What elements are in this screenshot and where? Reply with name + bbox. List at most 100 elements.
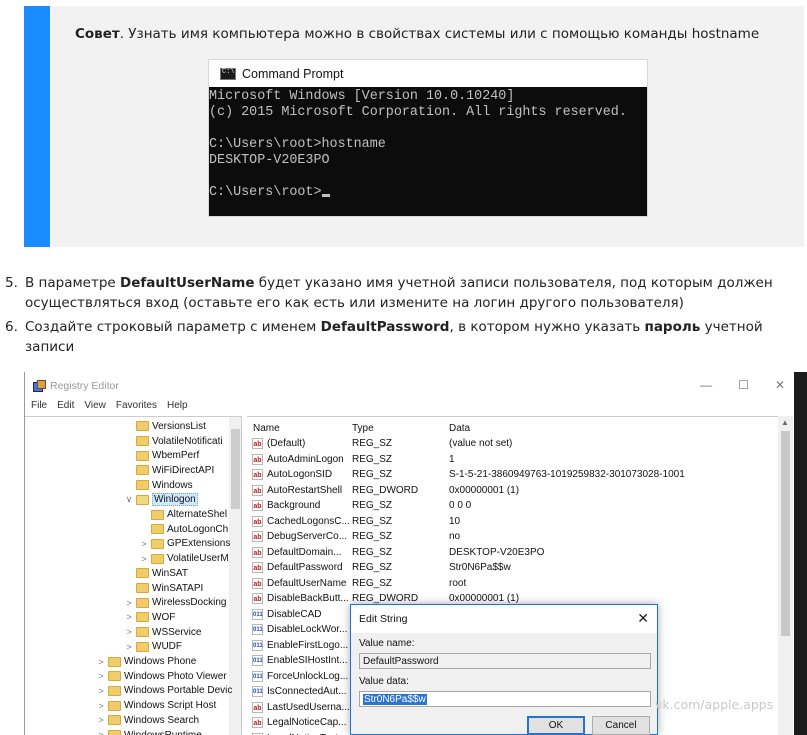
minimize-icon[interactable]: — — [700, 378, 712, 392]
tree-item[interactable]: ∨ Winlogon — [125, 493, 198, 508]
value-data: 0x00000001 (1) — [449, 593, 520, 604]
value-name: EnableSIHostInt... — [267, 655, 348, 666]
tree-item[interactable]: > Windows Search — [97, 713, 199, 728]
value-name-field[interactable]: DefaultPassword — [359, 653, 651, 669]
tree-item[interactable]: VolatileNotificati — [125, 434, 223, 449]
expand-icon[interactable]: > — [125, 612, 133, 622]
column-header-name[interactable]: Name — [253, 420, 280, 436]
tree-item[interactable]: > WSService — [125, 625, 201, 640]
expand-icon[interactable]: > — [97, 671, 105, 681]
tree-item-label: Windows Script Host — [124, 700, 217, 712]
folder-icon — [108, 685, 121, 696]
expand-icon[interactable]: > — [125, 627, 133, 637]
value-row[interactable]: ab DebugServerCo... REG_SZ no — [250, 530, 770, 546]
value-name: CachedLogonsC... — [267, 515, 350, 527]
dialog-titlebar: Edit String ✕ — [351, 605, 657, 633]
maximize-icon[interactable]: ☐ — [738, 378, 749, 392]
expand-icon[interactable]: > — [97, 730, 105, 735]
menu-file[interactable]: File — [31, 400, 47, 411]
tree-item[interactable]: WbemPerf — [125, 448, 199, 463]
tree-item[interactable]: > WirelessDocking — [125, 595, 226, 610]
string-value-icon: ab — [252, 515, 263, 527]
value-type: REG_DWORD — [352, 484, 419, 496]
tree-item[interactable]: > WUDF — [125, 640, 182, 655]
value-row[interactable]: ab CachedLogonsC... REG_SZ 10 — [250, 515, 770, 531]
tree-item[interactable]: > VolatileUserM — [140, 551, 228, 566]
value-type: REG_SZ — [352, 453, 393, 465]
folder-icon — [136, 465, 149, 476]
tree-item[interactable]: > WOF — [125, 610, 175, 625]
dialog-title: Edit String — [359, 613, 408, 625]
menu-help[interactable]: Help — [167, 400, 188, 411]
value-data: 10 — [449, 515, 461, 527]
tree-scroll-thumb[interactable] — [231, 429, 240, 509]
tree-item[interactable]: > Windows Phone — [97, 654, 196, 669]
tree-item[interactable]: WiFiDirectAPI — [125, 463, 214, 478]
folder-icon — [151, 524, 164, 535]
value-data: no — [449, 531, 461, 542]
cancel-button[interactable]: Cancel — [592, 716, 650, 735]
cmd-prompt: C:\Users\root> — [209, 185, 322, 200]
tree-item[interactable]: > GPExtensions — [140, 537, 230, 552]
tree-item[interactable]: > Windows Script Host — [97, 698, 216, 713]
close-icon[interactable]: ✕ — [775, 378, 785, 392]
value-data-field[interactable]: Str0N6Pa$$w — [359, 691, 651, 707]
dialog-close-icon[interactable]: ✕ — [637, 610, 649, 627]
tree-item[interactable]: AutoLogonCh — [140, 522, 228, 537]
collapse-icon[interactable]: ∨ — [125, 494, 133, 505]
tree-item[interactable]: > Windows Photo Viewer — [97, 669, 226, 684]
tree-item-label: WinSAT — [152, 567, 188, 579]
value-row[interactable]: ab DefaultUserName REG_SZ root — [250, 577, 770, 593]
expand-icon[interactable]: > — [97, 686, 105, 696]
values-scroll-thumb[interactable] — [781, 431, 790, 636]
tree-item-label: VersionsList — [152, 420, 206, 432]
tree-item[interactable]: WinSATAPI — [125, 581, 203, 596]
column-header-data[interactable]: Data — [449, 420, 470, 436]
cmd-output: Microsoft Windows [Version 10.0.10240] (c… — [209, 87, 647, 201]
value-row[interactable]: ab DefaultPassword REG_SZ Str0N6Pa$$w — [250, 561, 770, 577]
expand-icon[interactable]: > — [97, 701, 105, 711]
expand-icon[interactable]: > — [97, 715, 105, 725]
value-type: REG_SZ — [352, 500, 393, 511]
expand-icon[interactable]: > — [125, 642, 133, 652]
menu-edit[interactable]: Edit — [57, 400, 74, 411]
scroll-up-icon[interactable]: ▲ — [781, 418, 789, 427]
string-value-icon: ab — [252, 500, 263, 511]
tree-item-label: Windows Search — [124, 714, 200, 726]
menu-bar: File Edit View Favorites Help — [31, 400, 188, 411]
column-header-type[interactable]: Type — [352, 420, 374, 436]
cmd-line: ​ — [209, 169, 647, 185]
expand-icon[interactable]: > — [97, 657, 105, 667]
tree-item[interactable]: > Windows Portable Devic — [97, 684, 232, 699]
tree-item[interactable]: WinSAT — [125, 566, 188, 581]
expand-icon[interactable]: > — [140, 539, 148, 549]
expand-icon[interactable]: > — [140, 554, 148, 564]
folder-icon — [136, 494, 149, 505]
values-scrollbar[interactable]: ▲ — [778, 416, 793, 735]
value-row[interactable]: ab AutoAdminLogon REG_SZ 1 — [250, 453, 770, 469]
expand-icon[interactable]: > — [125, 598, 133, 608]
folder-icon — [136, 480, 149, 491]
value-data: DESKTOP-V20E3PO — [449, 546, 545, 558]
value-name: AutoAdminLogon — [267, 453, 344, 465]
ok-button[interactable]: OK — [527, 716, 585, 735]
value-row[interactable]: ab DefaultDomain... REG_SZ DESKTOP-V20E3PO — [250, 546, 770, 562]
tree-item-label: WindowsRuntime — [124, 730, 202, 735]
value-row[interactable]: ab Background REG_SZ 0 0 0 — [250, 499, 770, 515]
value-row[interactable]: ab AutoLogonSID REG_SZ S-1-5-21-3860949763-… — [250, 468, 770, 484]
tree-item[interactable]: > WindowsRuntime — [97, 728, 202, 735]
registry-titlebar: Registry Editor — ☐ ✕ — [25, 372, 794, 400]
list-item: 6. Создайте строковый параметр с именем … — [5, 317, 805, 357]
value-row[interactable]: ab AutoRestartShell REG_DWORD 0x00000001 (1… — [250, 484, 770, 500]
tree-item[interactable]: AlternateShel — [140, 507, 227, 522]
value-name: AutoRestartShell — [267, 484, 343, 496]
cmd-title: Command Prompt — [242, 66, 344, 81]
folder-icon — [136, 627, 149, 638]
menu-favorites[interactable]: Favorites — [116, 400, 157, 411]
tree-item[interactable]: Windows — [125, 478, 193, 493]
value-type: REG_SZ — [352, 438, 393, 449]
tree-item-label: VolatileNotificati — [152, 435, 223, 447]
tree-item[interactable]: VersionsList — [125, 419, 206, 434]
menu-view[interactable]: View — [84, 400, 106, 411]
value-row[interactable]: ab (Default) REG_SZ (value not set) — [250, 437, 770, 453]
